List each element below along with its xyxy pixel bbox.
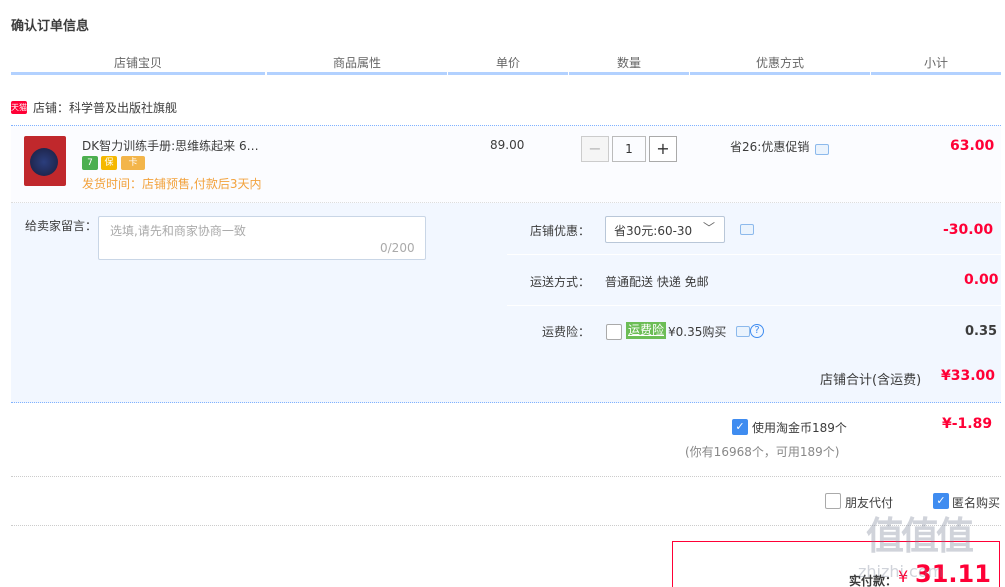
quantity-increase-button[interactable]: + bbox=[649, 136, 677, 162]
shop-coupon-label: 店铺优惠： bbox=[530, 224, 591, 238]
chevron-down-icon: ﹀ bbox=[703, 221, 716, 235]
coins-checkbox[interactable]: ✓ bbox=[732, 419, 748, 435]
divider bbox=[507, 254, 1001, 255]
quantity-input[interactable]: 1 bbox=[612, 136, 646, 162]
memo-placeholder: 选填,请先和商家协商一致 bbox=[110, 224, 246, 238]
col-header-qty: 数量 bbox=[616, 56, 641, 70]
col-header-subtotal: 小计 bbox=[923, 56, 948, 70]
seven-day-return-icon[interactable]: 7 bbox=[82, 156, 98, 170]
insurance-tag[interactable]: 运费险 bbox=[626, 322, 667, 339]
product-thumbnail[interactable] bbox=[24, 136, 66, 186]
delivery-amount: 0.00 bbox=[964, 272, 999, 288]
insurance-checkbox[interactable] bbox=[606, 324, 622, 340]
col-underline bbox=[11, 72, 265, 75]
comment-icon[interactable] bbox=[740, 224, 754, 235]
shop-coupon-amount: -30.00 bbox=[943, 222, 994, 238]
quantity-decrease-button[interactable]: − bbox=[581, 136, 609, 162]
divider bbox=[11, 476, 1001, 477]
memo-label: 给卖家留言： bbox=[25, 219, 98, 233]
col-underline bbox=[569, 72, 689, 75]
help-icon[interactable]: ? bbox=[750, 324, 764, 338]
coins-label: 使用淘金币189个 bbox=[752, 421, 847, 435]
page-title: 确认订单信息 bbox=[11, 19, 90, 34]
product-title-link[interactable]: DK智力训练手册:思维练起来 6… bbox=[82, 137, 259, 154]
col-underline bbox=[690, 72, 870, 75]
comment-icon[interactable] bbox=[736, 326, 750, 337]
delivery-label: 运送方式： bbox=[530, 275, 591, 289]
delivery-method: 普通配送 快递 免邮 bbox=[605, 275, 709, 289]
tmall-icon: 天猫 bbox=[11, 101, 27, 114]
credit-card-icon[interactable]: 卡 bbox=[121, 156, 145, 170]
col-underline bbox=[871, 72, 1001, 75]
col-header-price: 单价 bbox=[495, 56, 520, 70]
watermark-logo: 值值值 bbox=[866, 514, 974, 558]
shop-total-value: ¥33.00 bbox=[941, 368, 996, 384]
insurance-price: ¥0.35购买 bbox=[668, 325, 727, 339]
coins-amount: ¥-1.89 bbox=[942, 416, 993, 432]
guarantee-icon[interactable]: 保 bbox=[101, 156, 117, 170]
item-subtotal: 63.00 bbox=[950, 138, 995, 154]
shipping-time: 发货时间：店铺预售,付款后3天内 bbox=[82, 177, 262, 191]
insurance-amount: 0.35 bbox=[965, 324, 998, 339]
comment-icon[interactable] bbox=[815, 144, 829, 155]
divider bbox=[507, 305, 1001, 306]
col-header-item: 店铺宝贝 bbox=[113, 56, 162, 70]
col-header-attr: 商品属性 bbox=[332, 56, 381, 70]
unit-price: 89.00 bbox=[490, 138, 525, 152]
col-header-discount: 优惠方式 bbox=[755, 56, 804, 70]
col-underline bbox=[448, 72, 568, 75]
watermark-url: zhizhi.com bbox=[858, 562, 944, 581]
promo-text: 省26:优惠促销 bbox=[730, 140, 810, 154]
shop-name-link[interactable]: 店铺：科学普及出版社旗舰 bbox=[33, 99, 177, 116]
memo-char-count: 0/200 bbox=[380, 241, 415, 255]
coins-note: (你有16968个，可用189个) bbox=[685, 445, 840, 459]
friend-pay-checkbox[interactable] bbox=[825, 493, 841, 509]
shop-total-label: 店铺合计(含运费) bbox=[820, 373, 922, 388]
insurance-label: 运费险： bbox=[542, 325, 591, 339]
divider bbox=[11, 525, 1001, 526]
shop-coupon-value: 省30元:60-30 bbox=[614, 224, 693, 238]
col-underline bbox=[267, 72, 447, 75]
